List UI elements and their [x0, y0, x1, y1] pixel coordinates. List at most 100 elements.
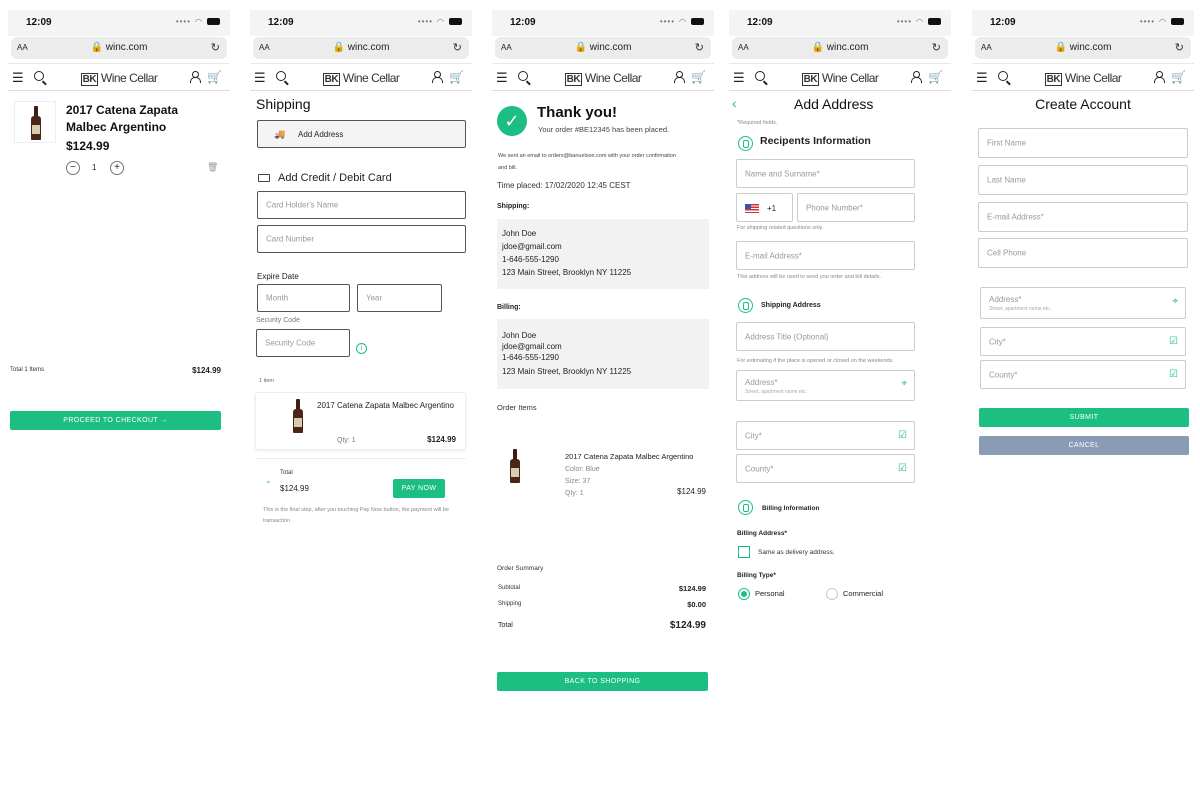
user-icon[interactable] [911, 71, 922, 83]
last-name-input[interactable]: Last Name [978, 165, 1188, 195]
ship-name: John Doe [502, 229, 537, 238]
battery-icon [1171, 18, 1184, 25]
increase-qty-button[interactable]: + [110, 161, 124, 175]
app-header: ☰ BK Wine Cellar 🛒 [492, 63, 714, 91]
address-input[interactable]: Address* Street, apartment name etc. ⌖ [980, 287, 1186, 319]
url-text: 🔒 winc.com [332, 42, 390, 53]
cart-icon[interactable]: 🛒 [449, 70, 464, 84]
reload-icon[interactable]: ↻ [211, 41, 220, 54]
locate-icon[interactable]: ⌖ [1172, 296, 1178, 307]
reload-icon[interactable]: ↻ [1175, 41, 1184, 54]
thank-you-title: Thank you! [537, 104, 618, 121]
city-select[interactable]: City* ☑ [980, 327, 1186, 356]
first-name-input[interactable]: First Name [978, 128, 1188, 158]
checkbox-icon: ☑ [1169, 336, 1178, 347]
security-code-input[interactable]: Security Code [256, 329, 350, 357]
order-items-label: Order Items [497, 403, 537, 412]
phone-input[interactable]: Phone Number* [797, 193, 915, 222]
shipping-screen: 12:09 •••• ◠ AA 🔒 winc.com ↻ ☰ BK Wine Ce… [250, 10, 472, 650]
cart-icon[interactable]: 🛒 [691, 70, 706, 84]
info-icon[interactable]: i [356, 343, 367, 354]
locate-icon[interactable]: ⌖ [901, 378, 907, 389]
cart-icon[interactable]: 🛒 [207, 70, 222, 84]
reload-icon[interactable]: ↻ [695, 41, 704, 54]
ship-email: jdoe@gmail.com [502, 242, 562, 251]
battery-icon [928, 18, 941, 25]
same-address-label: Same as delivery address. [758, 549, 835, 556]
country-code-select[interactable]: +1 [736, 193, 793, 222]
cart-icon[interactable]: 🛒 [1171, 70, 1186, 84]
user-icon[interactable] [432, 71, 443, 83]
address-bar[interactable]: AA 🔒 winc.com ↻ [253, 37, 469, 59]
address-bar[interactable]: AA 🔒 winc.com ↻ [495, 37, 711, 59]
status-bar: 12:09 •••• ◠ [250, 10, 472, 36]
card-holder-input[interactable]: Card Holder's Name [257, 191, 466, 219]
pay-now-button[interactable]: PAY NOW [393, 479, 445, 498]
total-value: $124.99 [669, 620, 706, 631]
arrow-right-icon: → [160, 417, 168, 424]
app-header: ☰ BK Wine Cellar 🛒 [8, 63, 230, 91]
same-address-checkbox[interactable] [738, 546, 750, 558]
personal-radio[interactable] [738, 588, 750, 600]
year-input[interactable]: Year [357, 284, 442, 312]
wifi-icon: ◠ [437, 17, 445, 26]
total-label: Total [498, 622, 513, 629]
address-title-note: For estimating if the place is opened or… [737, 358, 894, 364]
back-to-shopping-button[interactable]: BACK TO SHOPPING [497, 672, 708, 691]
email-input[interactable]: E-mail Address* [736, 241, 915, 270]
email-input[interactable]: E-mail Address* [978, 202, 1188, 232]
decrease-qty-button[interactable]: − [66, 161, 80, 175]
proceed-checkout-button[interactable]: PROCEED TO CHECKOUT → [10, 411, 221, 430]
chevron-up-icon[interactable]: ⌃ [265, 480, 272, 489]
address-bar[interactable]: AA 🔒 winc.com ↻ [975, 37, 1191, 59]
county-select[interactable]: County* ☑ [736, 454, 915, 483]
address-bar[interactable]: AA 🔒 winc.com ↻ [732, 37, 948, 59]
user-icon[interactable] [190, 71, 201, 83]
trash-icon[interactable]: 🗑 [207, 162, 218, 173]
address-bar[interactable]: AA 🔒 winc.com ↻ [11, 37, 227, 59]
submit-button[interactable]: SUBMIT [979, 408, 1189, 427]
product-price: $124.99 [66, 139, 110, 153]
status-time: 12:09 [268, 17, 294, 28]
cancel-button[interactable]: CANCEL [979, 436, 1189, 455]
app-header: ☰ BK Wine Cellar 🛒 [250, 63, 472, 91]
product-name[interactable]: 2017 Catena Zapata Malbec Argentino [66, 102, 178, 136]
month-input[interactable]: Month [257, 284, 350, 312]
item-size: Size: 37 [565, 478, 591, 485]
city-select[interactable]: City* ☑ [736, 421, 915, 450]
item-name: 2017 Catena Zapata Malbec Argentino [565, 452, 694, 461]
county-select[interactable]: County* ☑ [980, 360, 1186, 389]
add-address-button[interactable]: 🚚 Add Address [257, 120, 466, 148]
item-qty: Qty: 1 [565, 490, 584, 497]
bill-street: 123 Main Street, Brooklyn NY 11225 [502, 367, 632, 376]
cart-icon[interactable]: 🛒 [928, 70, 943, 84]
url-text: 🔒 winc.com [811, 42, 869, 53]
card-number-input[interactable]: Card Number [257, 225, 466, 253]
recipients-title: Recipents Information [760, 135, 871, 147]
status-bar: 12:09 •••• ◠ [492, 10, 714, 36]
user-icon[interactable] [1154, 71, 1165, 83]
wifi-icon: ◠ [1159, 17, 1167, 26]
items-count: 1 item [259, 378, 274, 384]
expire-date-label: Expire Date [257, 272, 299, 281]
item-price: $124.99 [427, 435, 456, 444]
address-input[interactable]: Address* Street, apartment name etc. ⌖ [736, 370, 915, 401]
back-chevron-icon[interactable]: ‹ [732, 95, 737, 111]
battery-icon [207, 18, 220, 25]
total-value: $124.99 [280, 484, 309, 493]
personal-label: Personal [755, 589, 785, 598]
reload-icon[interactable]: ↻ [932, 41, 941, 54]
user-icon[interactable] [674, 71, 685, 83]
bill-name: John Doe [502, 331, 537, 340]
commercial-radio[interactable] [826, 588, 838, 600]
item-qty: Qty: 1 [337, 437, 356, 444]
address-title-input[interactable]: Address Title (Optional) [736, 322, 915, 351]
location-pin-icon [738, 298, 753, 313]
bill-email: jdoe@gmail.com [502, 342, 562, 351]
name-input[interactable]: Name and Surname* [736, 159, 915, 188]
reload-icon[interactable]: ↻ [453, 41, 462, 54]
truck-icon: 🚚 [274, 129, 286, 139]
billing-icon [738, 500, 753, 515]
cell-phone-input[interactable]: Cell Phone [978, 238, 1188, 268]
status-time: 12:09 [510, 17, 536, 28]
